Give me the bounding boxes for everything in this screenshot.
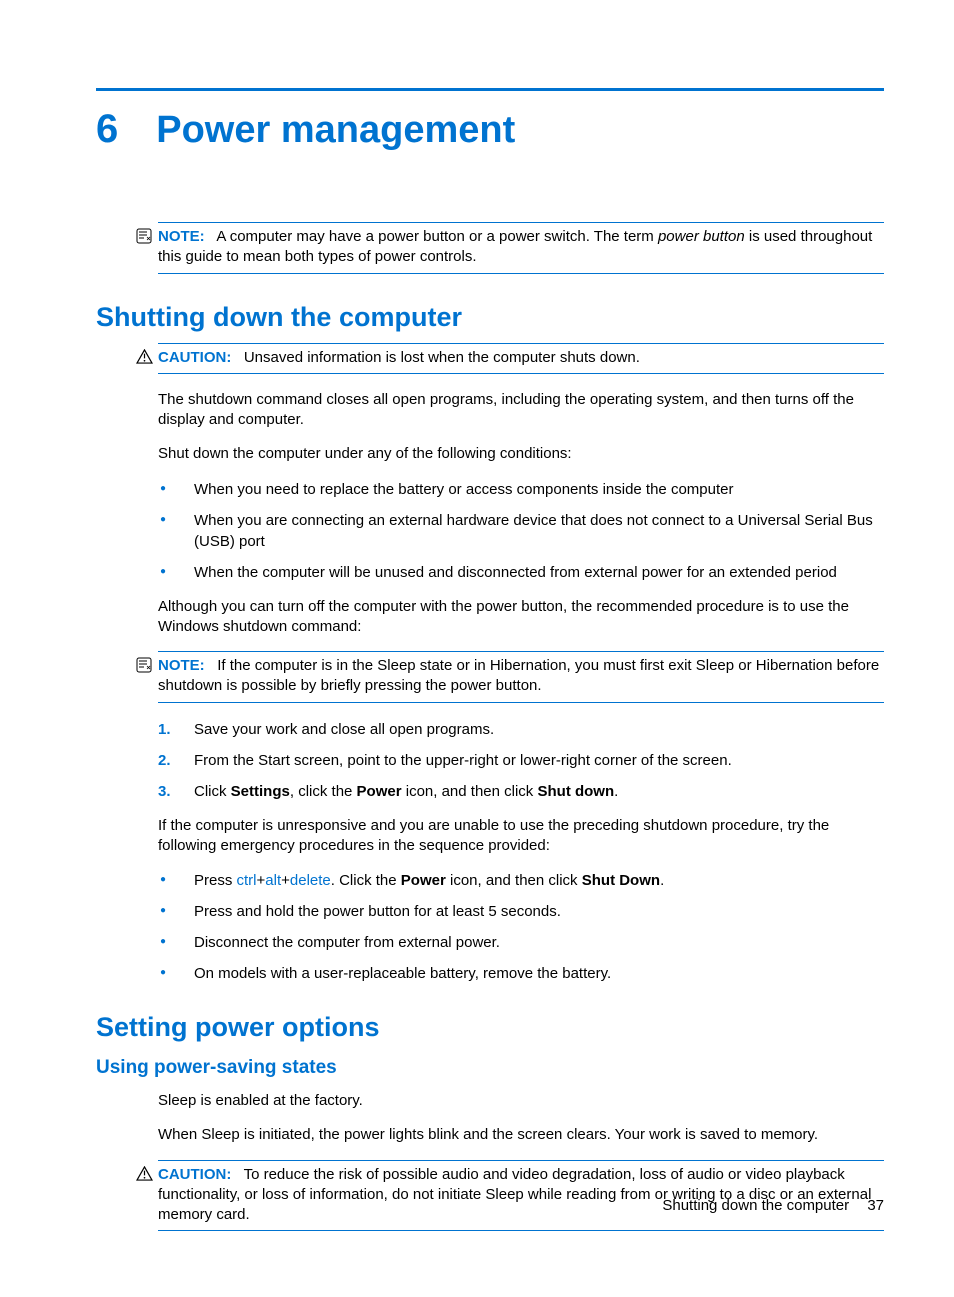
caution-icon xyxy=(136,349,153,369)
footer-page-number: 37 xyxy=(867,1197,884,1214)
para-conditions-intro: Shut down the computer under any of the … xyxy=(158,444,884,464)
note-icon xyxy=(136,228,152,249)
note-label: NOTE: xyxy=(158,657,205,674)
em1-pre: Press xyxy=(194,872,237,889)
caution-icon xyxy=(136,1166,153,1186)
key-delete: delete xyxy=(290,872,331,889)
note-2-text: NOTE: If the computer is in the Sleep st… xyxy=(158,657,879,694)
para-recommended: Although you can turn off the computer w… xyxy=(158,597,884,638)
step3-b1: Settings xyxy=(231,783,290,800)
caution-1-body: Unsaved information is lost when the com… xyxy=(244,349,640,366)
step-item: Save your work and close all open progra… xyxy=(158,719,884,740)
subsection-power-saving: Using power-saving states xyxy=(96,1057,884,1079)
list-item: When you need to replace the battery or … xyxy=(158,479,884,500)
note-box-2: NOTE: If the computer is in the Sleep st… xyxy=(158,651,884,703)
list-item: When the computer will be unused and dis… xyxy=(158,562,884,583)
caution-label: CAUTION: xyxy=(158,349,231,366)
para-unresponsive: If the computer is unresponsive and you … xyxy=(158,816,884,857)
para-sleep-desc: When Sleep is initiated, the power light… xyxy=(158,1125,884,1145)
note-label: NOTE: xyxy=(158,228,205,245)
caution-box-2: CAUTION: To reduce the risk of possible … xyxy=(158,1160,884,1232)
key-alt: alt xyxy=(265,872,281,889)
step-item: Click Settings, click the Power icon, an… xyxy=(158,781,884,802)
caution-box-1: CAUTION: Unsaved information is lost whe… xyxy=(158,343,884,374)
conditions-list: When you need to replace the battery or … xyxy=(158,479,884,583)
note-1-italic: power button xyxy=(658,228,745,245)
note-2-body: If the computer is in the Sleep state or… xyxy=(158,657,879,694)
chapter-header: 6 Power management xyxy=(96,107,884,152)
note-1-text: NOTE: A computer may have a power button… xyxy=(158,228,872,265)
list-item: Press and hold the power button for at l… xyxy=(158,901,884,922)
plus2: + xyxy=(281,872,290,889)
note-1-pre: A computer may have a power button or a … xyxy=(216,228,658,245)
caution-label: CAUTION: xyxy=(158,1166,231,1183)
step3-b3: Shut down xyxy=(537,783,614,800)
footer-section: Shutting down the computer xyxy=(662,1197,849,1214)
note-box-1: NOTE: A computer may have a power button… xyxy=(158,222,884,274)
caution-2-body: To reduce the risk of possible audio and… xyxy=(158,1166,871,1224)
step3-post: . xyxy=(614,783,618,800)
caution-1-text: CAUTION: Unsaved information is lost whe… xyxy=(158,349,640,366)
chapter-number: 6 xyxy=(96,107,118,152)
list-item: Disconnect the computer from external po… xyxy=(158,932,884,953)
page-footer: Shutting down the computer 37 xyxy=(662,1197,884,1214)
step3-mid2: icon, and then click xyxy=(402,783,538,800)
em1-post: . xyxy=(660,872,664,889)
em1-mid2: icon, and then click xyxy=(446,872,582,889)
chapter-title: Power management xyxy=(156,109,515,152)
step3-b2: Power xyxy=(357,783,402,800)
note-icon xyxy=(136,657,152,678)
para-sleep-enabled: Sleep is enabled at the factory. xyxy=(158,1091,884,1111)
list-item: Press ctrl+alt+delete. Click the Power i… xyxy=(158,870,884,891)
plus1: + xyxy=(257,872,266,889)
shutdown-steps: Save your work and close all open progra… xyxy=(158,719,884,802)
emergency-list: Press ctrl+alt+delete. Click the Power i… xyxy=(158,870,884,984)
para-shutdown-desc: The shutdown command closes all open pro… xyxy=(158,390,884,431)
section-power-options: Setting power options xyxy=(96,1012,884,1043)
em1-bold2: Shut Down xyxy=(582,872,660,889)
step3-pre: Click xyxy=(194,783,231,800)
em1-mid: . Click the xyxy=(331,872,401,889)
step-item: From the Start screen, point to the uppe… xyxy=(158,750,884,771)
key-ctrl: ctrl xyxy=(237,872,257,889)
list-item: When you are connecting an external hard… xyxy=(158,510,884,552)
caution-2-text: CAUTION: To reduce the risk of possible … xyxy=(158,1166,871,1224)
em1-bold1: Power xyxy=(401,872,446,889)
step3-mid1: , click the xyxy=(290,783,357,800)
list-item: On models with a user-replaceable batter… xyxy=(158,963,884,984)
section-shutting-down: Shutting down the computer xyxy=(96,302,884,333)
chapter-rule xyxy=(96,88,884,91)
